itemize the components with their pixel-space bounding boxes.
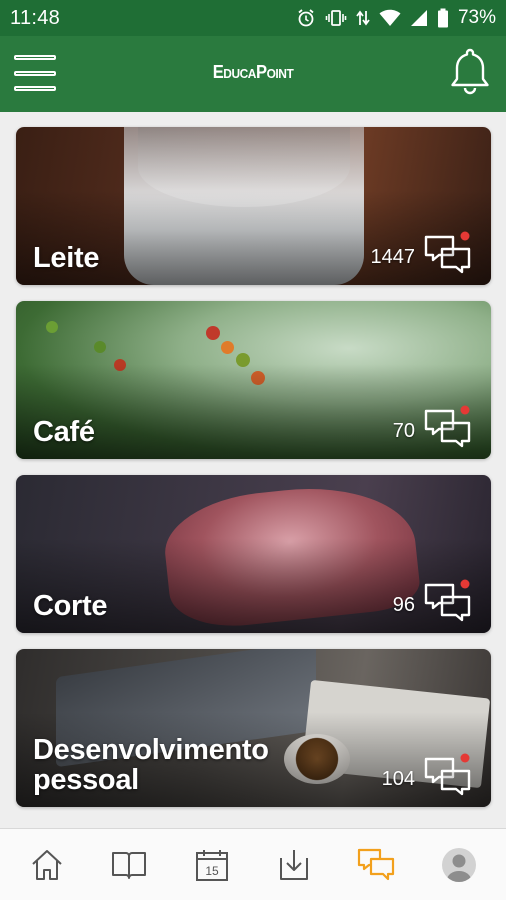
nav-home[interactable] <box>17 837 77 893</box>
alarm-icon <box>298 9 314 27</box>
data-arrows-icon <box>356 10 370 26</box>
wifi-icon <box>379 9 401 26</box>
signal-icon <box>410 10 427 26</box>
calendar-day: 15 <box>205 864 219 878</box>
chat-bubbles-icon[interactable] <box>423 751 473 797</box>
calendar-icon: 15 <box>195 849 228 881</box>
battery-icon <box>437 8 448 28</box>
category-card-leite[interactable]: Leite 1447 <box>16 127 491 285</box>
card-title: Corte <box>33 590 108 622</box>
category-card-cafe[interactable]: Café 70 <box>16 301 491 459</box>
status-time: 11:48 <box>10 6 61 29</box>
card-comment-count: 104 <box>381 768 415 790</box>
nav-profile[interactable] <box>429 837 489 893</box>
battery-percentage: 73% <box>457 7 496 28</box>
card-title: Café <box>33 416 95 448</box>
chat-bubbles-icon[interactable] <box>423 577 473 623</box>
nav-downloads[interactable] <box>264 837 324 893</box>
app-bar: EducaPoint <box>0 36 506 112</box>
nav-library[interactable] <box>99 837 159 893</box>
app-logo: EducaPoint <box>212 62 294 82</box>
chat-bubbles-icon <box>358 848 395 880</box>
category-list: Leite 1447 Café 70 Corte 96 Desenvolvime… <box>0 112 506 828</box>
profile-avatar-icon <box>441 847 476 882</box>
card-title: Leite <box>33 242 100 274</box>
chat-bubbles-icon[interactable] <box>423 229 473 275</box>
card-comment-count: 96 <box>392 594 415 616</box>
bottom-navigation: 15 <box>0 828 506 900</box>
chat-bubbles-icon[interactable] <box>423 403 473 449</box>
nav-calendar[interactable]: 15 <box>182 837 242 893</box>
bell-icon[interactable] <box>448 46 492 98</box>
card-title: Desenvolvimento pessoal <box>33 734 269 796</box>
home-icon <box>32 849 62 880</box>
status-bar: 11:48 73% <box>0 0 506 36</box>
card-comment-count: 70 <box>392 420 415 442</box>
category-card-desenvolvimento-pessoal[interactable]: Desenvolvimento pessoal 104 <box>16 649 491 807</box>
download-icon <box>280 849 309 880</box>
category-card-corte[interactable]: Corte 96 <box>16 475 491 633</box>
card-comment-count: 1447 <box>370 246 416 268</box>
nav-forum[interactable] <box>346 837 406 893</box>
book-icon <box>112 851 147 879</box>
status-icons: 73% <box>296 7 496 29</box>
vibrate-icon <box>325 10 347 26</box>
